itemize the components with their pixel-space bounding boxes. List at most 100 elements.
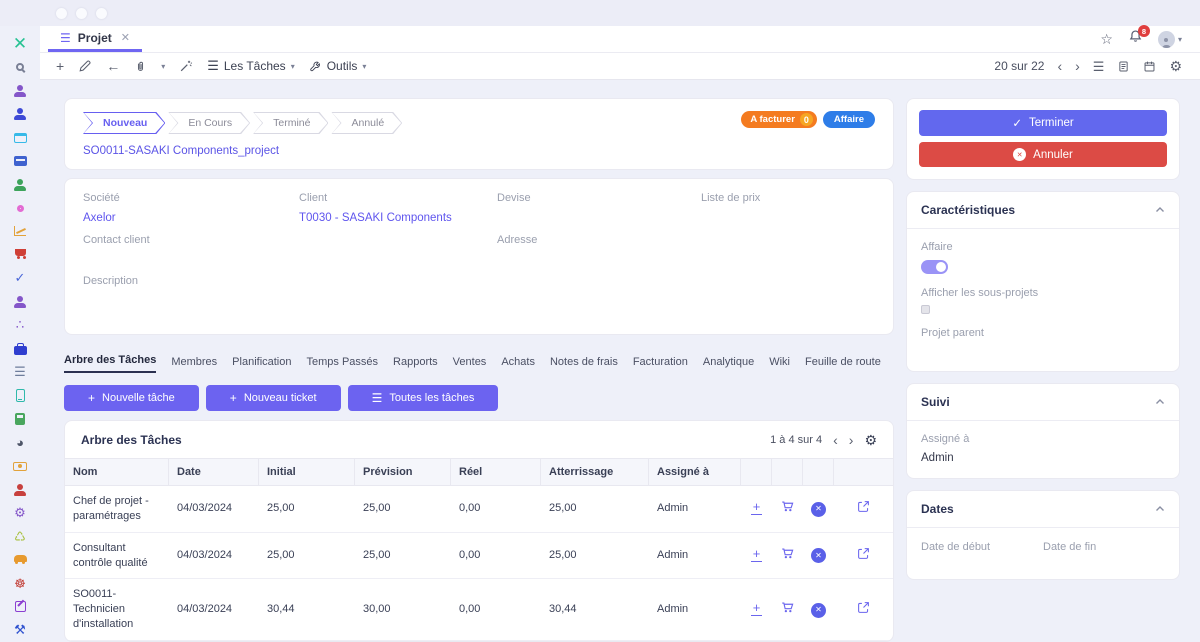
cart-icon[interactable] (772, 543, 803, 569)
tab-analytique[interactable]: Analytique (703, 356, 754, 373)
helm-icon[interactable]: ☸ (0, 572, 40, 595)
axelor-logo[interactable]: ✕ (0, 32, 40, 55)
add-line-icon[interactable]: + (741, 544, 772, 567)
attachment-paperclip-icon[interactable] (134, 60, 147, 73)
tab-feuille-de-route[interactable]: Feuille de route (805, 356, 881, 373)
task-row[interactable]: Chef de projet - paramétrages04/03/20242… (65, 486, 893, 533)
target-icon[interactable] (0, 196, 40, 219)
tracking-header[interactable]: Suivi (907, 384, 1179, 421)
tools-hammer-icon[interactable]: ⚒ (0, 619, 40, 642)
briefcase-icon[interactable] (0, 337, 40, 360)
crm-window-icon[interactable] (0, 126, 40, 149)
recycle-icon[interactable]: ♺ (0, 525, 40, 548)
favorite-star-icon[interactable]: ☆ (1100, 32, 1113, 46)
assigned-to-value[interactable]: Admin (921, 452, 1165, 464)
dates-header[interactable]: Dates (907, 491, 1179, 528)
group-icon[interactable] (0, 478, 40, 501)
new-task-button[interactable]: + Nouvelle tâche (64, 385, 199, 411)
prev-record-icon[interactable]: ‹ (1057, 58, 1062, 74)
new-ticket-button[interactable]: + Nouveau ticket (206, 385, 341, 411)
finish-button[interactable]: ✓ Terminer (919, 110, 1167, 136)
add-line-icon[interactable]: + (741, 598, 772, 621)
settings-gear-icon[interactable]: ⚙ (0, 501, 40, 524)
sales-box-icon[interactable] (0, 149, 40, 172)
column-header-atterrissage[interactable]: Atterrissage (541, 459, 649, 485)
cancel-button[interactable]: ✕ Annuler (919, 142, 1167, 167)
window-dot-minimize[interactable] (76, 8, 87, 19)
column-header-reel[interactable]: Réel (451, 459, 541, 485)
wand-icon[interactable] (179, 59, 193, 73)
analytics-chart-icon[interactable] (0, 220, 40, 243)
window-dot-close[interactable] (56, 8, 67, 19)
tab-arbre-des-taches[interactable]: Arbre des Tâches (64, 354, 156, 373)
cart-icon[interactable] (772, 496, 803, 522)
notifications-bell-icon[interactable]: 8 (1128, 29, 1143, 49)
cancel-task-icon[interactable]: ✕ (803, 598, 834, 622)
cancel-task-icon[interactable]: ✕ (803, 497, 834, 521)
new-record-icon[interactable]: + (56, 59, 64, 73)
table-settings-gear-icon[interactable]: ⚙ (864, 433, 877, 447)
status-pill-en-cours[interactable]: En Cours (168, 112, 250, 134)
business-toggle[interactable] (921, 260, 948, 274)
fleet-car-icon[interactable] (0, 548, 40, 571)
tab-temps-passes[interactable]: Temps Passés (307, 356, 379, 373)
mobile-icon[interactable] (0, 384, 40, 407)
task-row[interactable]: Consultant contrôle qualité04/03/202425,… (65, 533, 893, 580)
employees-icon[interactable] (0, 173, 40, 196)
purchases-cart-icon[interactable] (0, 243, 40, 266)
calculator-icon[interactable] (0, 408, 40, 431)
attachment-caret-icon[interactable]: ▾ (161, 62, 165, 71)
status-pill-nouveau[interactable]: Nouveau (83, 112, 165, 134)
column-header-nom[interactable]: Nom (65, 459, 169, 485)
open-record-icon[interactable] (834, 597, 893, 623)
tasks-menu[interactable]: ☰ Les Tâches ▾ (207, 58, 295, 74)
search-icon[interactable] (0, 55, 40, 78)
open-record-icon[interactable] (834, 543, 893, 569)
list-icon[interactable]: ☰ (0, 361, 40, 384)
task-row[interactable]: SO0011-Technicien d'installation04/03/20… (65, 579, 893, 641)
tab-close-icon[interactable]: ✕ (121, 31, 130, 44)
open-record-icon[interactable] (834, 496, 893, 522)
column-header-prevision[interactable]: Prévision (355, 459, 451, 485)
characteristics-header[interactable]: Caractéristiques (907, 192, 1179, 229)
hierarchy-icon[interactable]: ∴ (0, 314, 40, 337)
tab-planification[interactable]: Planification (232, 356, 291, 373)
tab-rapports[interactable]: Rapports (393, 356, 438, 373)
calendar-view-icon[interactable] (1143, 60, 1156, 73)
tab-notes-de-frais[interactable]: Notes de frais (550, 356, 618, 373)
hr-person-icon[interactable] (0, 290, 40, 313)
cancel-task-icon[interactable]: ✕ (803, 544, 834, 568)
tools-menu[interactable]: Outils ▾ (309, 59, 367, 73)
tasks-check-icon[interactable]: ✓ (0, 267, 40, 290)
settings-gear-icon[interactable]: ⚙ (1169, 59, 1182, 73)
back-arrow-icon[interactable]: ← (106, 59, 120, 73)
contacts-icon[interactable] (0, 102, 40, 125)
tab-facturation[interactable]: Facturation (633, 356, 688, 373)
tab-wiki[interactable]: Wiki (769, 356, 790, 373)
tab-ventes[interactable]: Ventes (453, 356, 487, 373)
window-dot-maximize[interactable] (96, 8, 107, 19)
societe-value[interactable]: Axelor (83, 212, 297, 224)
pie-chart-icon[interactable]: ◕ (0, 431, 40, 454)
client-value[interactable]: T0030 - SASAKI Components (299, 212, 495, 224)
table-prev-icon[interactable]: ‹ (833, 432, 838, 448)
table-next-icon[interactable]: › (849, 432, 854, 448)
teamwork-icon[interactable] (0, 79, 40, 102)
grid-view-icon[interactable]: ☰ (1093, 60, 1105, 73)
edit-pencil-icon[interactable] (78, 59, 92, 73)
all-tasks-button[interactable]: ☰ Toutes les tâches (348, 385, 499, 411)
column-header-assigne-a[interactable]: Assigné à (649, 459, 741, 485)
edit-square-icon[interactable] (0, 595, 40, 618)
money-icon[interactable] (0, 454, 40, 477)
status-pill-termine[interactable]: Terminé (253, 112, 328, 134)
column-header-initial[interactable]: Initial (259, 459, 355, 485)
cart-icon[interactable] (772, 597, 803, 623)
status-pill-annule[interactable]: Annulé (331, 112, 402, 134)
show-subprojects-checkbox[interactable] (921, 305, 930, 314)
user-menu[interactable]: ▾ (1158, 31, 1182, 48)
form-view-icon[interactable] (1117, 60, 1130, 73)
next-record-icon[interactable]: › (1075, 58, 1080, 74)
tab-achats[interactable]: Achats (501, 356, 535, 373)
tab-membres[interactable]: Membres (171, 356, 217, 373)
tab-projet[interactable]: ☰ Projet ✕ (48, 26, 142, 52)
